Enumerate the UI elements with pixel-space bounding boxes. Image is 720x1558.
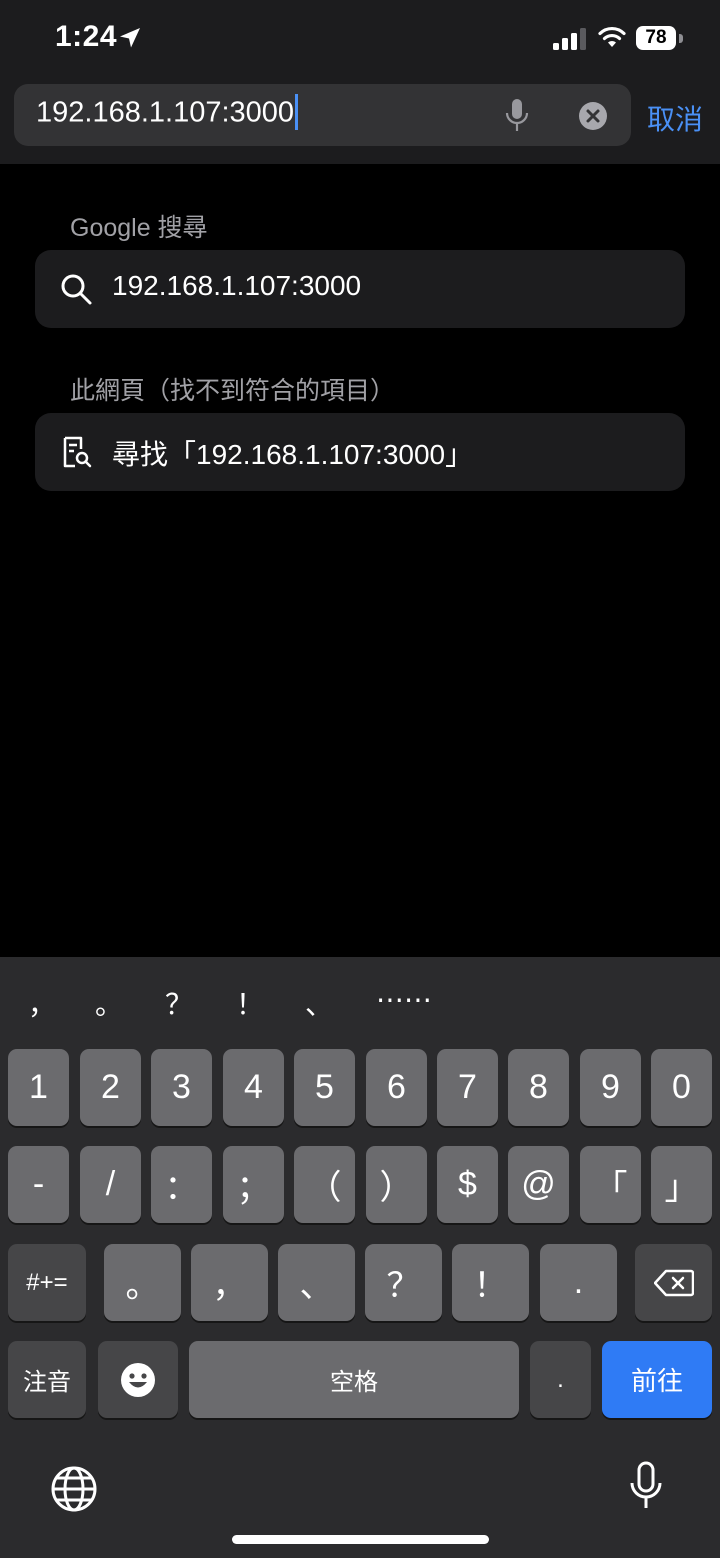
wifi-icon <box>598 26 626 47</box>
key-5[interactable]: 5 <box>294 1049 355 1126</box>
delete-key[interactable] <box>635 1244 712 1321</box>
key-6[interactable]: 6 <box>366 1049 427 1126</box>
key-1[interactable]: 1 <box>8 1049 69 1126</box>
key-semicolon[interactable]: ； <box>223 1146 284 1223</box>
find-in-page-text: 尋找「192.168.1.107:3000」 <box>112 439 474 470</box>
globe-icon[interactable] <box>50 1465 98 1513</box>
key-7[interactable]: 7 <box>437 1049 498 1126</box>
symbols-key[interactable]: #+= <box>8 1244 86 1321</box>
key-8[interactable]: 8 <box>508 1049 569 1126</box>
find-in-page-suggestion[interactable]: 尋找「192.168.1.107:3000」 <box>35 413 685 491</box>
cellular-signal-icon <box>553 28 586 50</box>
key-slash[interactable]: / <box>80 1146 141 1223</box>
status-time: 1:24 <box>55 20 118 53</box>
google-search-heading: Google 搜尋 <box>70 214 208 242</box>
period-key[interactable]: . <box>530 1341 591 1418</box>
voice-search-icon[interactable] <box>504 97 530 135</box>
google-search-query: 192.168.1.107:3000 <box>112 270 362 301</box>
key-left-corner-bracket[interactable]: 「 <box>580 1146 641 1223</box>
candidate-period[interactable]: 。 <box>95 983 123 1023</box>
key-colon[interactable]: ： <box>151 1146 212 1223</box>
key-0[interactable]: 0 <box>651 1049 712 1126</box>
find-in-page-heading: 此網頁（找不到符合的項目） <box>70 377 396 405</box>
google-search-suggestion[interactable]: 192.168.1.107:3000 <box>35 250 685 328</box>
emoji-icon <box>121 1362 155 1397</box>
backspace-icon <box>653 1269 694 1296</box>
space-key[interactable]: 空格 <box>189 1341 519 1418</box>
battery-level: 78 <box>636 26 676 50</box>
key-fullwidth-comma[interactable]: ， <box>191 1244 268 1321</box>
url-input-text[interactable]: 192.168.1.107:3000 <box>36 94 299 132</box>
find-in-page-icon <box>63 436 92 468</box>
home-indicator <box>232 1535 489 1544</box>
key-enumeration-comma[interactable]: 、 <box>278 1244 355 1321</box>
candidate-comma[interactable]: ， <box>28 983 56 1023</box>
key-hyphen[interactable]: - <box>8 1146 69 1223</box>
key-2[interactable]: 2 <box>80 1049 141 1126</box>
key-dollar[interactable]: $ <box>437 1146 498 1223</box>
key-question-mark[interactable]: ？ <box>365 1244 442 1321</box>
key-exclamation[interactable]: ！ <box>452 1244 529 1321</box>
key-3[interactable]: 3 <box>151 1049 212 1126</box>
candidate-exclamation[interactable]: ！ <box>236 983 264 1023</box>
key-right-corner-bracket[interactable]: 」 <box>651 1146 712 1223</box>
key-left-paren[interactable]: （ <box>294 1146 355 1223</box>
candidate-enumeration-comma[interactable]: 、 <box>305 983 333 1023</box>
candidate-question[interactable]: ？ <box>165 983 193 1023</box>
search-icon <box>61 274 92 305</box>
key-4[interactable]: 4 <box>223 1049 284 1126</box>
dictation-mic-icon[interactable] <box>628 1461 664 1513</box>
key-dot[interactable]: . <box>540 1244 617 1321</box>
candidate-ellipsis[interactable]: ⋯⋯ <box>376 983 432 1016</box>
location-arrow-icon <box>120 28 140 48</box>
text-caret <box>295 94 299 130</box>
go-button[interactable]: 前往 <box>602 1341 712 1418</box>
emoji-key[interactable] <box>98 1341 178 1418</box>
cancel-button[interactable]: 取消 <box>647 98 703 138</box>
key-9[interactable]: 9 <box>580 1049 641 1126</box>
clear-text-icon[interactable] <box>578 101 608 131</box>
key-at[interactable]: @ <box>508 1146 569 1223</box>
key-ideographic-period[interactable]: 。 <box>104 1244 181 1321</box>
battery-icon: 78 <box>636 26 686 52</box>
zhuyin-key[interactable]: 注音 <box>8 1341 86 1418</box>
key-right-paren[interactable]: ） <box>366 1146 427 1223</box>
